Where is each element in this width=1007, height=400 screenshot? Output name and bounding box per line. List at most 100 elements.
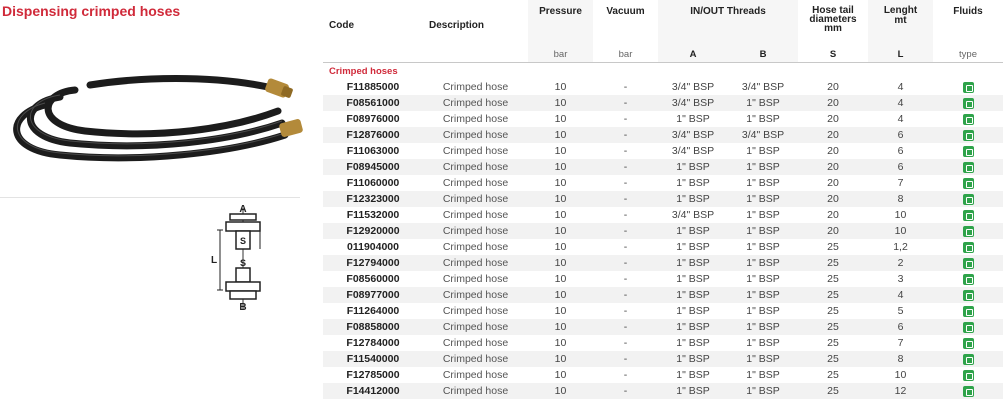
- cell-length: 7: [897, 337, 904, 349]
- cell-code: F08977000: [323, 287, 423, 303]
- table-units-row: bar bar A B S L type: [323, 47, 1003, 63]
- cell-thread-a: 1" BSP: [676, 177, 710, 189]
- cell-length: 12: [868, 383, 933, 399]
- cell-thread-a: 1" BSP: [676, 241, 710, 253]
- cell-thread-b: 1" BSP: [728, 95, 798, 111]
- header-length: Lenght mt: [868, 0, 933, 47]
- unit-fluids: type: [933, 47, 1003, 63]
- cell-length: 10: [868, 223, 933, 239]
- cell-hose-tail: 20: [827, 177, 839, 189]
- fluid-type-d-icon: [962, 113, 974, 125]
- cell-description: Crimped hose: [442, 305, 509, 317]
- cell-thread-b: 1" BSP: [746, 209, 780, 221]
- cell-description: Crimped hose: [442, 241, 509, 253]
- cell-vacuum: -: [593, 127, 658, 143]
- cell-hose-tail: 25: [798, 319, 868, 335]
- cell-description: Crimped hose: [442, 369, 509, 381]
- cell-fluid: [933, 159, 1003, 175]
- cell-hose-tail: 25: [827, 305, 839, 317]
- cell-length: 6: [897, 145, 904, 157]
- cell-code: F12785000: [346, 369, 400, 381]
- fluid-type-d-icon: [962, 145, 974, 157]
- cell-thread-b: 1" BSP: [728, 319, 798, 335]
- cell-description: Crimped hose: [423, 223, 528, 239]
- cell-vacuum: -: [593, 287, 658, 303]
- group-label: Crimped hoses: [329, 65, 398, 77]
- cell-code: F11540000: [323, 351, 423, 367]
- cell-vacuum: -: [593, 159, 658, 175]
- cell-fluid: [933, 127, 1003, 143]
- cell-thread-a: 1" BSP: [658, 287, 728, 303]
- cell-thread-a: 3/4" BSP: [671, 209, 715, 221]
- cell-thread-b: 3/4" BSP: [741, 81, 785, 93]
- cell-hose-tail: 20: [798, 191, 868, 207]
- cell-hose-tail: 20: [798, 127, 868, 143]
- cell-thread-a: 1" BSP: [658, 383, 728, 399]
- header-threads: IN/OUT Threads: [658, 0, 798, 47]
- cell-hose-tail: 25: [798, 287, 868, 303]
- cell-vacuum: -: [623, 305, 628, 317]
- cell-vacuum: -: [623, 209, 628, 221]
- cell-vacuum: -: [623, 145, 628, 157]
- cell-vacuum: -: [593, 223, 658, 239]
- cell-vacuum: -: [593, 191, 658, 207]
- diagram-label-s-top: S: [240, 236, 246, 246]
- cell-fluid: [933, 319, 1003, 335]
- table-row: F12323000 Crimped hose 10-1" BSP 1" BSP 20 8: [323, 191, 1003, 207]
- cell-pressure: 10: [528, 383, 593, 399]
- fluid-type-d-icon: [962, 97, 974, 109]
- unit-thread-b: B: [728, 47, 798, 63]
- cell-code: F11264000: [346, 305, 400, 317]
- crimped-hose-image: [13, 75, 303, 162]
- cell-pressure: 10: [554, 209, 567, 221]
- cell-code: F08976000: [346, 113, 400, 125]
- cell-length: 4: [897, 81, 904, 93]
- cell-fluid: [933, 207, 1003, 223]
- cell-thread-b: 1" BSP: [728, 351, 798, 367]
- cell-pressure: 10: [554, 337, 567, 349]
- cell-pressure: 10: [554, 113, 567, 125]
- cell-description: Crimped hose: [423, 287, 528, 303]
- header-hose-tail: Hose tail diameters mm: [809, 5, 857, 34]
- cell-description: Crimped hose: [423, 351, 528, 367]
- cell-pressure: 10: [554, 81, 567, 93]
- fluid-type-d-icon: [962, 257, 974, 269]
- cell-code: F08560000: [346, 273, 400, 285]
- cell-code: 011904000: [347, 241, 399, 253]
- cell-length: 4: [868, 95, 933, 111]
- cell-length: 6: [868, 127, 933, 143]
- cell-fluid: [933, 111, 1003, 127]
- cell-vacuum: -: [593, 351, 658, 367]
- cell-fluid: [933, 255, 1003, 271]
- cell-thread-b: 1" BSP: [728, 223, 798, 239]
- cell-vacuum: -: [623, 337, 628, 349]
- cell-description: Crimped hose: [423, 319, 528, 335]
- header-code: Code: [329, 20, 354, 31]
- cell-thread-b: 1" BSP: [728, 159, 798, 175]
- unit-thread-a: A: [658, 47, 728, 63]
- cell-description: Crimped hose: [423, 159, 528, 175]
- cell-code: F12794000: [323, 255, 423, 271]
- table-row: F11063000 Crimped hose 10 - 3/4" BSP 1" BSP 20…: [323, 143, 1003, 159]
- fluid-type-d-icon: [962, 81, 974, 93]
- cell-fluid: [933, 239, 1003, 255]
- cell-vacuum: -: [623, 369, 628, 381]
- cell-pressure: 10: [528, 191, 593, 207]
- cell-fluid: [933, 175, 1003, 191]
- cell-vacuum: -: [623, 241, 628, 253]
- cell-hose-tail: 20: [827, 145, 839, 157]
- unit-hose-tail: S: [798, 47, 868, 63]
- cell-fluid: [933, 95, 1003, 111]
- cell-thread-b: 1" BSP: [728, 383, 798, 399]
- cell-thread-a: 1" BSP: [676, 273, 710, 285]
- table-row: F11532000 Crimped hose 10 - 3/4" BSP 1" BSP 20…: [323, 207, 1003, 223]
- cell-pressure: 10: [554, 145, 567, 157]
- header-fluids: Fluids: [953, 6, 983, 17]
- cell-pressure: 10: [528, 223, 593, 239]
- cell-vacuum: -: [593, 383, 658, 399]
- table-row: F14412000 Crimped hose 10-1" BSP 1" BSP 25 12: [323, 383, 1003, 399]
- cell-code: F11060000: [346, 177, 400, 189]
- cell-length: 5: [897, 305, 904, 317]
- table-row: F11885000 Crimped hose 10 - 3/4" BSP 3/4" BSP…: [323, 79, 1003, 95]
- cell-pressure: 10: [528, 287, 593, 303]
